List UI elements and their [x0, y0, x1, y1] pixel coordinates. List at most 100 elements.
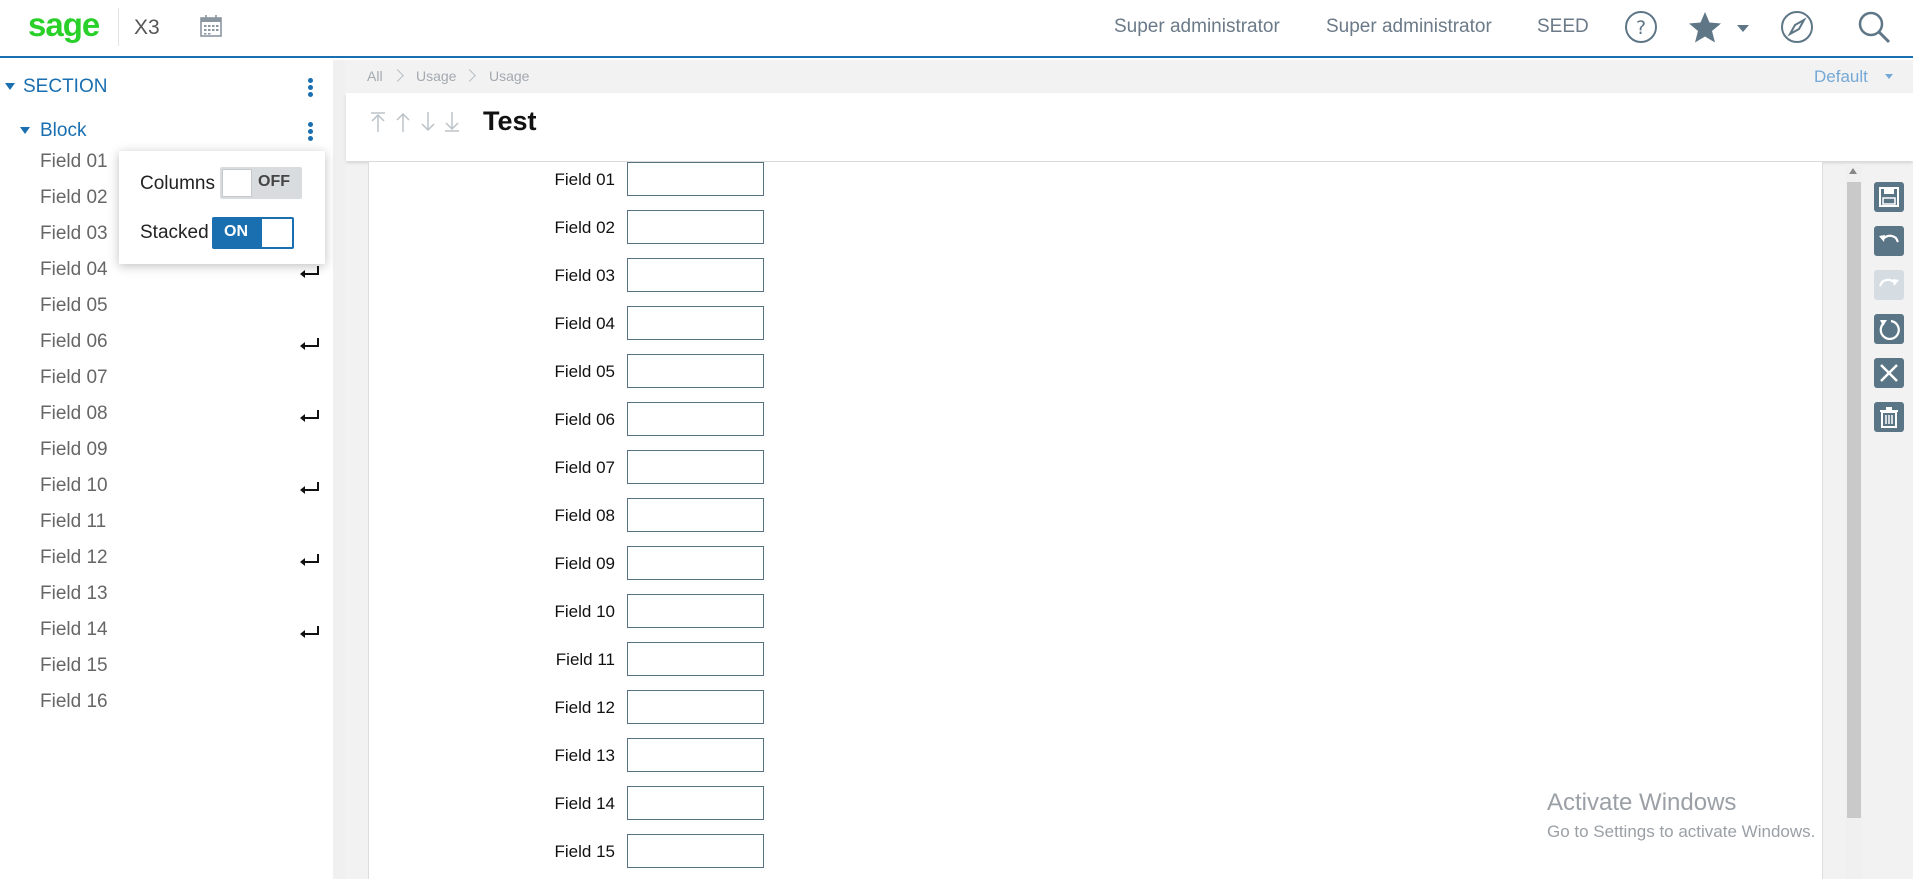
- tree-section[interactable]: SECTION: [0, 71, 333, 105]
- app-name: X3: [134, 16, 160, 39]
- form-field-label: Field 09: [554, 554, 615, 573]
- form-field-input[interactable]: [627, 642, 764, 676]
- caret-down-icon[interactable]: [20, 127, 30, 134]
- form-field-input[interactable]: [627, 834, 764, 868]
- sidebar-field-item[interactable]: Field 14: [40, 619, 108, 641]
- sidebar-field-item[interactable]: Field 13: [40, 583, 108, 605]
- form-field-input[interactable]: [627, 738, 764, 772]
- star-icon[interactable]: [1686, 8, 1724, 46]
- tree-block[interactable]: Block: [0, 115, 333, 149]
- block-label: Block: [40, 120, 87, 141]
- delete-icon: [1880, 407, 1898, 428]
- line-break-icon[interactable]: [299, 625, 321, 639]
- form-field-input[interactable]: [627, 306, 764, 340]
- undo-button[interactable]: [1874, 226, 1904, 256]
- last-record-icon[interactable]: [442, 110, 462, 134]
- header-divider: [118, 8, 119, 46]
- previous-record-icon[interactable]: [393, 110, 413, 134]
- sidebar-field-item[interactable]: Field 09: [40, 439, 108, 461]
- columns-toggle[interactable]: OFF: [220, 167, 302, 199]
- form-field-input[interactable]: [627, 594, 764, 628]
- form-field-input[interactable]: [627, 546, 764, 580]
- chevron-down-icon[interactable]: [1735, 20, 1751, 36]
- form-field-input[interactable]: [627, 258, 764, 292]
- sidebar-field-item[interactable]: Field 10: [40, 475, 108, 497]
- form-field-label: Field 02: [554, 218, 615, 237]
- save-button[interactable]: [1874, 182, 1904, 212]
- page-title: Test: [483, 106, 537, 136]
- form-field-input[interactable]: [627, 162, 764, 196]
- redo-button[interactable]: [1874, 270, 1904, 300]
- sidebar-field-item[interactable]: Field 03: [40, 223, 108, 245]
- compass-icon[interactable]: [1778, 8, 1816, 46]
- sidebar-field-item[interactable]: Field 15: [40, 655, 108, 677]
- form-field-input[interactable]: [627, 450, 764, 484]
- form-field-input[interactable]: [627, 498, 764, 532]
- sidebar-field-item[interactable]: Field 08: [40, 403, 108, 425]
- sidebar-field-item[interactable]: Field 02: [40, 187, 108, 209]
- folder-link[interactable]: SEED: [1537, 16, 1589, 38]
- scrollbar-thumb[interactable]: [1847, 182, 1861, 818]
- line-break-icon[interactable]: [299, 337, 321, 351]
- section-menu-icon[interactable]: [305, 76, 315, 100]
- svg-text:?: ?: [1636, 17, 1646, 39]
- scroll-up-icon[interactable]: [1849, 168, 1857, 174]
- form-field-input[interactable]: [627, 354, 764, 388]
- section-label: SECTION: [23, 76, 108, 97]
- sidebar-field-item[interactable]: Field 11: [40, 511, 106, 533]
- sidebar-field-item[interactable]: Field 16: [40, 691, 108, 713]
- form-field-label: Field 15: [554, 842, 615, 861]
- caret-down-icon[interactable]: [5, 83, 15, 90]
- undo-icon: [1879, 234, 1899, 243]
- stacked-toggle[interactable]: ON: [212, 217, 294, 249]
- refresh-button[interactable]: [1874, 314, 1904, 344]
- role-name-link[interactable]: Super administrator: [1326, 16, 1492, 38]
- line-break-icon[interactable]: [299, 481, 321, 495]
- sidebar-field-item[interactable]: Field 12: [40, 547, 108, 569]
- left-panel-scrollbar[interactable]: [333, 60, 345, 879]
- line-break-icon[interactable]: [299, 265, 321, 279]
- form-field-input[interactable]: [627, 402, 764, 436]
- view-selector[interactable]: Default: [1814, 67, 1868, 87]
- sidebar-field-item[interactable]: Field 05: [40, 295, 108, 317]
- form-field-label: Field 12: [554, 698, 615, 717]
- columns-toggle-state: OFF: [258, 173, 290, 190]
- calendar-icon[interactable]: [199, 14, 223, 38]
- form-field-label: Field 07: [554, 458, 615, 477]
- form-field-label: Field 14: [554, 794, 615, 813]
- block-options-popup: Columns OFF Stacked ON: [119, 151, 325, 264]
- help-icon[interactable]: ?: [1622, 8, 1660, 46]
- user-name-link[interactable]: Super administrator: [1114, 16, 1280, 38]
- form-field-label: Field 01: [554, 170, 615, 189]
- form-field-input[interactable]: [627, 786, 764, 820]
- line-break-icon[interactable]: [299, 553, 321, 567]
- refresh-icon: [1879, 319, 1900, 341]
- form-field-label: Field 13: [554, 746, 615, 765]
- first-record-icon[interactable]: [368, 110, 388, 134]
- sidebar-field-item[interactable]: Field 07: [40, 367, 108, 389]
- block-menu-icon[interactable]: [305, 120, 315, 144]
- sidebar-field-item[interactable]: Field 04: [40, 259, 108, 281]
- delete-button[interactable]: [1874, 402, 1904, 432]
- form-field-input[interactable]: [627, 690, 764, 724]
- form-field-input[interactable]: [627, 210, 764, 244]
- breadcrumb-item[interactable]: All: [367, 68, 383, 84]
- next-record-icon[interactable]: [418, 110, 438, 134]
- line-break-icon[interactable]: [299, 409, 321, 423]
- form-field-label: Field 10: [554, 602, 615, 621]
- close-button[interactable]: [1874, 358, 1904, 388]
- sidebar-field-item[interactable]: Field 06: [40, 331, 108, 353]
- sidebar-field-item[interactable]: Field 01: [40, 151, 108, 173]
- form-field-label: Field 11: [555, 650, 615, 669]
- form-field-label: Field 08: [554, 506, 615, 525]
- sage-logo[interactable]: sage: [28, 6, 100, 44]
- redo-icon: [1879, 278, 1899, 287]
- activation-watermark-subtitle: Go to Settings to activate Windows.: [1547, 822, 1816, 841]
- breadcrumb-item[interactable]: Usage: [416, 68, 456, 84]
- search-icon[interactable]: [1855, 8, 1893, 46]
- chevron-down-icon[interactable]: [1885, 74, 1893, 79]
- breadcrumb-item[interactable]: Usage: [489, 68, 529, 84]
- stacked-label: Stacked: [140, 222, 209, 243]
- form-field-label: Field 04: [554, 314, 615, 333]
- form-field-label: Field 05: [554, 362, 615, 381]
